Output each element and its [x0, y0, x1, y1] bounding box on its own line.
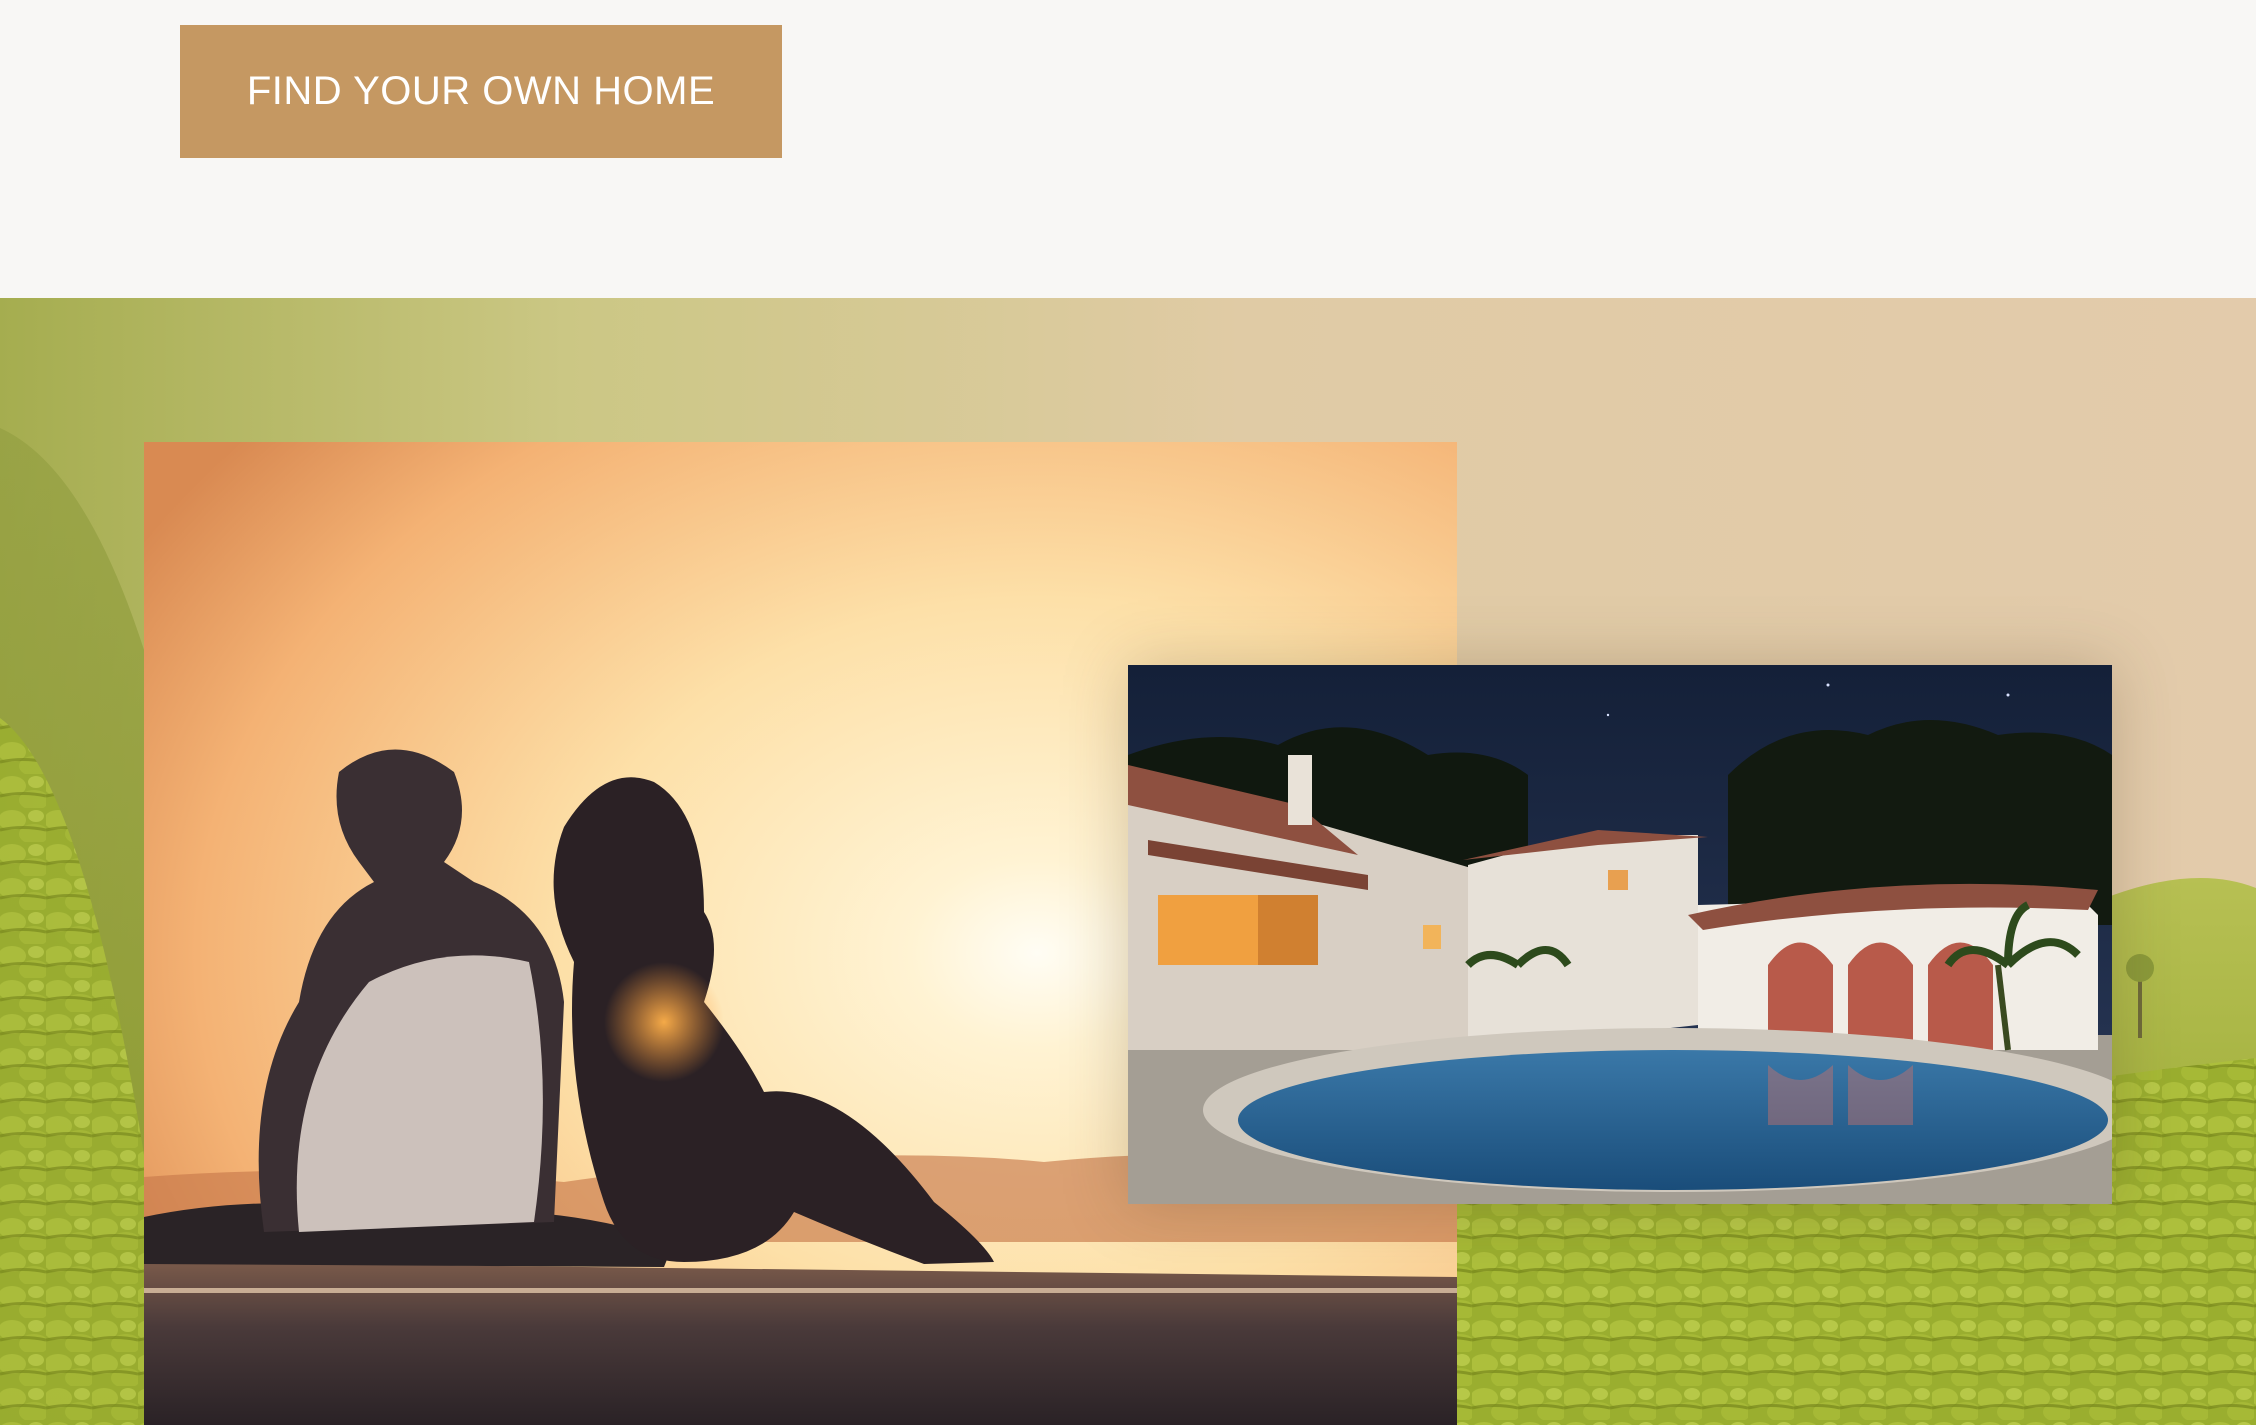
villa-pool-image: [1128, 665, 2112, 1204]
page: FIND YOUR OWN HOME: [0, 0, 2256, 1425]
top-band: FIND YOUR OWN HOME: [0, 0, 2256, 298]
villa-scene-illustration: [1128, 665, 2112, 1204]
find-home-button[interactable]: FIND YOUR OWN HOME: [180, 25, 782, 158]
